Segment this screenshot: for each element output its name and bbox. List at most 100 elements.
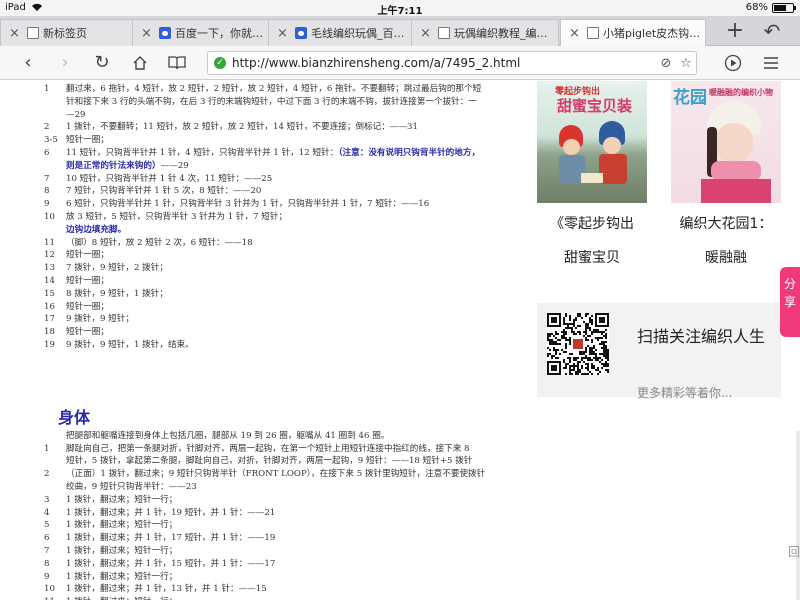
pattern-line: 1 翻过来，6 拖针，4 短针，放 2 短针，2 短针，放 2 短针，4 短针，6… (44, 83, 514, 96)
row-text: 1 拨针，翻过来；并 1 针，13 针，并 1 针：——15 (66, 583, 267, 596)
battery-icon (772, 2, 796, 13)
child-face-right (603, 137, 621, 154)
row-number: 19 (44, 339, 55, 350)
row-number: 5 (44, 520, 50, 531)
cover-title-text: 花园 (673, 88, 707, 108)
reload-button[interactable]: ↻ (90, 51, 114, 75)
tab-label: 新标签页 (43, 27, 87, 40)
address-bar[interactable]: ✓ http://www.bianzhirensheng.com/a/7495_… (207, 51, 697, 75)
row-text: 针和接下来 3 行的头端不钩，在后 3 行的末端钩短针，中过下面 3 行的末端不… (66, 96, 477, 109)
pattern-line: 7 10 短针，只钩背半针并 1 针 4 次，11 短针：——25 (44, 173, 514, 186)
row-text: 8 拨针，9 短针，1 拨针； (66, 288, 168, 301)
pattern-line: 8 1 拨针，翻过来；并 1 针，15 短针，并 1 针：——17 (44, 558, 514, 571)
document-icon (587, 27, 599, 39)
bookmark-star-icon[interactable]: ☆ (676, 56, 696, 71)
menu-button[interactable] (759, 51, 783, 75)
block-images-icon[interactable]: ⊘ (656, 56, 676, 71)
book-prop (581, 173, 603, 183)
pattern-scan-image: 1 翻过来，6 拖针，4 短针，放 2 短针，2 短针，放 2 短针，4 短针，6… (44, 81, 514, 600)
row-number: 3-5 (44, 135, 58, 146)
web-content[interactable]: 1 翻过来，6 拖针，4 短针，放 2 短针，2 短针，放 2 短针，4 短针，6… (0, 81, 800, 600)
row-number: 8 (44, 186, 50, 197)
row-text: 1 拨针，翻过来；短针一行； (66, 596, 177, 600)
cover-top-text: 暖融融的编织小物 (709, 88, 773, 97)
row-text: 1 拨针，不要翻转；11 短针，放 2 短针，放 2 短针，14 短针，不要连接… (66, 121, 418, 134)
row-instruction: 1 拨针，翻过来；短针一行； (66, 494, 178, 505)
url-text[interactable]: http://www.bianzhirensheng.com/a/7495_2.… (232, 56, 656, 70)
close-tab-icon[interactable]: × (569, 26, 583, 41)
row-number (44, 160, 66, 173)
forward-button[interactable]: › (53, 51, 77, 75)
woman-face (715, 123, 753, 163)
row-number: 8 (44, 558, 50, 569)
row-count: ——29 (160, 160, 189, 171)
book-cover-image[interactable]: 花园 暖融融的编织小物 (671, 81, 781, 203)
undo-icon[interactable]: ↶ (760, 20, 784, 44)
book-icon (168, 56, 186, 70)
pattern-line: 10 1 拨针，翻过来；并 1 针，13 针，并 1 针：——15 (44, 583, 514, 596)
child-face-left (563, 139, 580, 155)
row-number: 6 (44, 533, 50, 544)
pattern-line: 3 1 拨针，翻过来；短针一行； (44, 494, 514, 507)
row-number: 9 (44, 571, 50, 582)
follow-subtitle: 更多精彩等着你... (637, 386, 733, 400)
tab-baidu[interactable]: × 百度一下，你就… (132, 19, 270, 46)
pattern-line: 5 1 拨针，翻过来；短针一行； (44, 519, 514, 532)
tab-doll-tutorial[interactable]: × 玩偶编织教程_编… (411, 19, 559, 46)
row-instruction: 1 拨针，翻过来；并 1 针，17 短针，并 1 针：——19 (66, 533, 276, 544)
row-instruction: 1 拨针，不要翻转；11 短针，放 2 短针，放 2 短针，14 短针，不要连接… (66, 122, 418, 133)
follow-wechat-card[interactable]: 扫描关注编织人生 更多精彩等着你... (537, 303, 781, 400)
row-number: 2 (44, 122, 50, 133)
book-card-sweet-baby[interactable]: 零起步钩出 甜蜜宝贝装 《零起步钩出 甜蜜宝贝 (537, 81, 647, 267)
row-text: 9 拨针，9 短针； (66, 313, 134, 326)
book-title[interactable]: 《零起步钩出 (537, 213, 647, 235)
row-number: 18 (44, 327, 55, 338)
row-text: 翻过来，6 拖针，4 短针，放 2 短针，2 短针，放 2 短针，4 短针，6 … (66, 83, 481, 96)
tab-piglet-active[interactable]: × 小猪piglet皮杰钩… (560, 19, 706, 46)
row-text: 1 拨针，翻过来；短针一行； (66, 519, 177, 532)
pattern-line: 6 11 短针，只钩背半针并 1 针，4 短针，只钩背半针并 1 针，12 短针：… (44, 147, 514, 160)
row-number (44, 109, 66, 122)
tab-new-tab[interactable]: × 新标签页 (0, 19, 135, 46)
follow-title: 扫描关注编织人生 (637, 327, 766, 346)
play-button[interactable] (721, 51, 745, 75)
tab-knitting-dolls[interactable]: × 毛线编织玩偶_百… (268, 19, 414, 46)
book-card-knitting-garden[interactable]: 花园 暖融融的编织小物 编织大花园1： 暖融融 (671, 81, 781, 267)
row-text: 短针一圈； (66, 301, 109, 314)
close-tab-icon[interactable]: × (420, 26, 434, 41)
row-text: （脚）8 短针，放 2 短针 2 次，6 短针：——18 (66, 237, 253, 250)
back-to-top-hint[interactable]: 回 (788, 543, 800, 560)
close-tab-icon[interactable]: × (141, 26, 155, 41)
row-number: 15 (44, 288, 55, 299)
row-text: 短针，5 拨针，拿起第二条腿，脚趾向自己，对折，针脚对齐，两层一起钩，9 短针：… (66, 455, 472, 468)
book-title[interactable]: 编织大花园1： (671, 213, 781, 235)
book-subtitle[interactable]: 甜蜜宝贝 (537, 247, 647, 267)
book-cover-image[interactable]: 零起步钩出 甜蜜宝贝装 (537, 81, 647, 203)
pattern-line: 9 6 短针，只钩背半针并 1 针，只钩背半针 3 针并为 1 针，只钩背半针并 … (44, 198, 514, 211)
pattern-line: 9 1 拨针，翻过来；短针一行； (44, 571, 514, 584)
home-button[interactable] (128, 51, 152, 75)
back-button[interactable]: ‹ (16, 51, 40, 75)
baidu-paw-icon (295, 27, 307, 39)
row-text: 则是正常的针法来钩的）——29 (66, 160, 189, 173)
cover-title-text: 甜蜜宝贝装 (557, 97, 633, 115)
qr-code-icon (547, 313, 609, 375)
row-instruction: 1 拨针，翻过来；短针一行； (66, 571, 178, 582)
pattern-line: 18 短针一圈； (44, 326, 514, 339)
close-tab-icon[interactable]: × (9, 26, 23, 41)
pattern-line: —29 (44, 109, 514, 122)
book-subtitle[interactable]: 暖融融 (671, 247, 781, 267)
close-tab-icon[interactable]: × (277, 26, 291, 41)
row-instruction: 针和接下来 3 行的头端不钩，在后 3 行的末端钩短针，中过下面 3 行的末端不… (66, 96, 477, 107)
row-text: 1 拨针，翻过来；短针一行； (66, 571, 177, 584)
row-text: 6 短针，只钩背半针并 1 针，只钩背半针 3 针并为 1 针，只钩背半针并 1… (66, 198, 429, 211)
pattern-line: 7 1 拨针，翻过来；短针一行； (44, 545, 514, 558)
pattern-line: 1 脚趾向自己，把第一条腿对折，针脚对齐，两层一起钩，在第一个短针上用短针连接中指… (44, 443, 514, 456)
row-number: 10 (44, 211, 55, 222)
share-button[interactable]: 分享 (780, 267, 800, 337)
new-tab-button[interactable]: + (723, 20, 747, 44)
pattern-line: 边钩边填充脚。 (44, 224, 514, 237)
qr-code-image[interactable] (547, 313, 609, 375)
bookmarks-button[interactable] (165, 51, 189, 75)
row-number: 17 (44, 314, 55, 325)
